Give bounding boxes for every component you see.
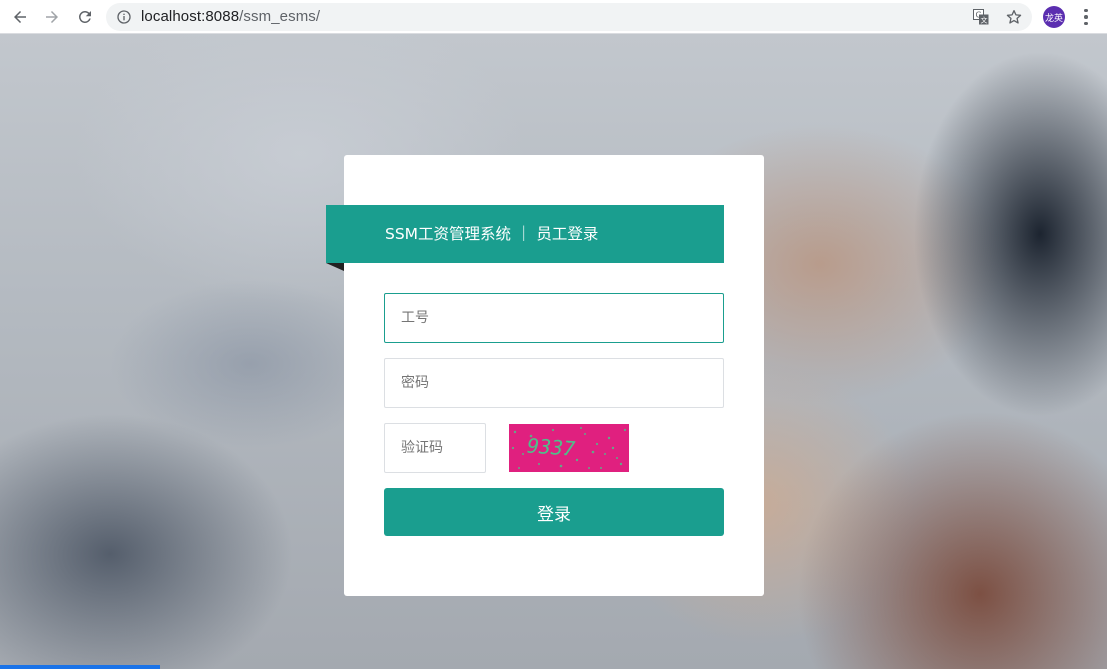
translate-icon: G 文 — [973, 9, 989, 25]
translate-button[interactable]: G 文 — [973, 9, 989, 25]
back-button[interactable] — [8, 5, 32, 29]
reload-button[interactable] — [73, 5, 97, 29]
forward-button[interactable] — [40, 5, 64, 29]
captcha-input[interactable] — [384, 423, 486, 473]
browser-toolbar: localhost:8088/ssm_esms/ G 文 龙英 — [0, 0, 1107, 34]
captcha-image[interactable]: 9337 — [509, 424, 629, 472]
employee-id-input[interactable] — [384, 293, 724, 343]
svg-text:文: 文 — [981, 16, 988, 25]
url-text[interactable]: localhost:8088/ssm_esms/ — [141, 8, 320, 25]
address-bar[interactable]: localhost:8088/ssm_esms/ G 文 — [106, 3, 1032, 31]
login-title-banner: SSM工资管理系统 ｜ 员工登录 — [326, 205, 724, 263]
arrow-left-icon — [14, 11, 26, 23]
arrow-right-icon — [46, 11, 58, 23]
page-load-indicator — [0, 665, 160, 669]
profile-avatar[interactable]: 龙英 — [1043, 6, 1065, 28]
ribbon-fold — [326, 263, 344, 271]
login-button[interactable]: 登录 — [384, 488, 724, 536]
reload-icon — [78, 10, 91, 23]
url-host: localhost:8088 — [141, 8, 240, 25]
info-icon[interactable] — [116, 9, 132, 25]
captcha-text: 9337 — [526, 433, 576, 460]
more-vert-icon[interactable] — [1076, 7, 1096, 27]
bookmark-button[interactable] — [1006, 9, 1022, 25]
url-path: /ssm_esms/ — [239, 8, 321, 25]
star-icon — [1006, 10, 1022, 24]
password-input[interactable] — [384, 358, 724, 408]
